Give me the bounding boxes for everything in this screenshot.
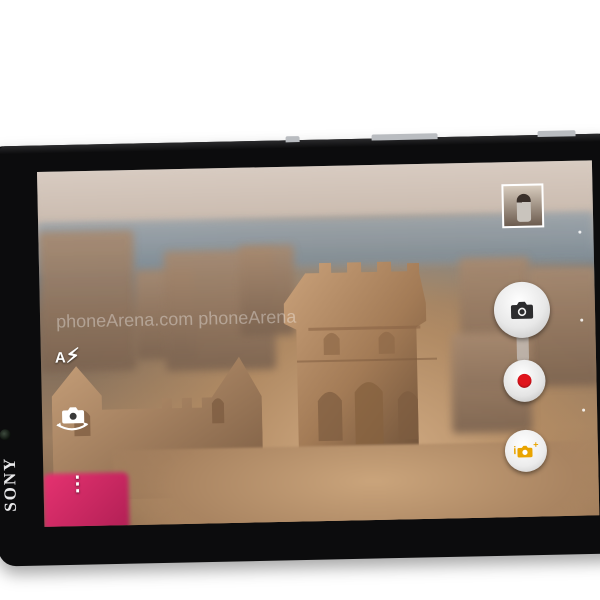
indicator-dot xyxy=(582,408,586,412)
record-dot-icon xyxy=(517,373,532,388)
camera-icon xyxy=(510,301,534,320)
more-options-icon: ⋮ xyxy=(67,473,88,496)
thumbnail-photo xyxy=(516,193,532,222)
camera-viewfinder[interactable]: phoneArena.com phoneArena i + A⚡︎ ⋮ xyxy=(37,160,600,527)
camera-apps-plus: + xyxy=(533,439,539,450)
flash-auto-button[interactable]: A⚡︎ xyxy=(55,343,80,369)
flash-bolt-icon: ⚡︎ xyxy=(65,345,80,368)
video-record-button[interactable] xyxy=(503,359,546,403)
phone-top-edge xyxy=(0,133,600,155)
indicator-dot xyxy=(580,318,584,322)
sandcastle-blur xyxy=(38,229,137,372)
power-button xyxy=(537,130,576,138)
camera-app-icon xyxy=(517,445,533,457)
indicator-dot xyxy=(578,230,582,234)
flash-mode-label: A xyxy=(54,349,66,367)
gallery-thumbnail[interactable] xyxy=(501,183,545,229)
switch-camera-icon xyxy=(56,407,89,431)
switch-camera-button[interactable] xyxy=(54,405,91,441)
mic-hole xyxy=(285,136,300,143)
brand-logo: SONY xyxy=(0,456,20,512)
camera-apps-label: i xyxy=(513,445,517,458)
more-options-button[interactable]: ⋮ xyxy=(67,473,87,495)
front-camera-lens xyxy=(0,429,11,441)
